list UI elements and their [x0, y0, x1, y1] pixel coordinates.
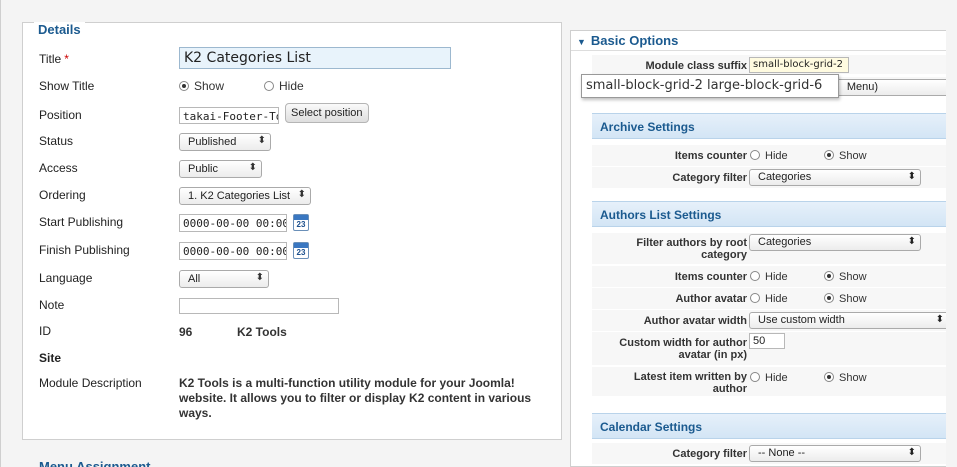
- select-position-button[interactable]: Select position: [285, 103, 369, 123]
- radio-selected-icon: [824, 372, 834, 382]
- radio-icon: [264, 81, 274, 91]
- author-avatar-show-option[interactable]: Show: [824, 293, 867, 305]
- filter-authors-select[interactable]: Categories: [749, 234, 921, 251]
- note-input[interactable]: [179, 298, 339, 314]
- status-label: Status: [39, 134, 74, 148]
- calendar-category-filter-label: Category filter: [672, 448, 747, 460]
- authors-items-counter-label: Items counter: [674, 271, 747, 283]
- radio-icon: [750, 150, 760, 160]
- items-counter-label: Items counter: [674, 150, 747, 162]
- latest-item-hide-option[interactable]: Hide: [750, 372, 788, 384]
- access-select[interactable]: Public: [179, 160, 262, 178]
- module-class-suffix-label: Module class suffix: [645, 60, 747, 72]
- show-title-hide-option[interactable]: Hide: [264, 79, 304, 93]
- module-description: K2 Tools is a multi-function utility mod…: [179, 376, 532, 420]
- author-avatar-row: Author avatar Hide Show: [592, 288, 946, 310]
- module-class-suffix-input[interactable]: small-block-grid-2: [749, 57, 849, 73]
- ordering-label: Ordering: [39, 188, 86, 202]
- radio-selected-icon: [824, 150, 834, 160]
- calendar-category-filter-row: Category filter -- None --: [592, 443, 946, 465]
- id-value: 96: [179, 325, 193, 339]
- show-title-show-option[interactable]: Show: [179, 79, 224, 93]
- author-avatar-width-select[interactable]: Use custom width: [749, 312, 946, 329]
- show-title-label: Show Title: [39, 79, 95, 93]
- module-description-label: Module Description: [39, 376, 142, 390]
- latest-item-show-option[interactable]: Show: [824, 372, 867, 384]
- calendar-icon[interactable]: 23: [293, 214, 309, 231]
- authors-items-counter-hide-option[interactable]: Hide: [750, 271, 788, 283]
- custom-width-input[interactable]: 50: [749, 333, 785, 349]
- class-suffix-tooltip: small-block-grid-2 large-block-grid-6: [581, 74, 839, 98]
- authors-items-counter-show-option[interactable]: Show: [824, 271, 867, 283]
- filter-authors-label: Filter authors by root category: [636, 237, 747, 261]
- archive-category-filter-row: Category filter Categories: [592, 167, 946, 189]
- details-legend: Details: [34, 22, 85, 37]
- basic-options-header[interactable]: ▼ Basic Options: [571, 31, 946, 51]
- note-label: Note: [39, 298, 65, 312]
- items-counter-show-option[interactable]: Show: [824, 150, 867, 162]
- position-label: Position: [39, 108, 82, 122]
- language-label: Language: [39, 271, 93, 285]
- menu-assignment-legend: Menu Assignment: [39, 459, 151, 467]
- status-select[interactable]: Published: [179, 133, 271, 151]
- radio-selected-icon: [179, 81, 189, 91]
- module-class-suffix-row: Module class suffix small-block-grid-2: [592, 55, 946, 75]
- title-input[interactable]: K2 Categories List: [179, 47, 451, 69]
- start-publishing-input[interactable]: 0000-00-00 00:00:0: [179, 214, 287, 232]
- calendar-settings-header[interactable]: Calendar Settings: [592, 413, 946, 439]
- radio-icon: [750, 293, 760, 303]
- latest-item-row: Latest item written by author Hide Show: [592, 367, 946, 397]
- radio-selected-icon: [824, 293, 834, 303]
- radio-icon: [750, 372, 760, 382]
- latest-item-label: Latest item written by author: [633, 371, 747, 395]
- archive-settings-header[interactable]: Archive Settings: [592, 113, 946, 139]
- category-filter-select[interactable]: Categories: [749, 169, 921, 186]
- custom-width-row: Custom width for author avatar (in px) 5…: [592, 332, 946, 366]
- required-mark: *: [64, 52, 69, 66]
- radio-icon: [750, 271, 760, 281]
- authors-list-settings-header[interactable]: Authors List Settings: [592, 201, 946, 227]
- finish-publishing-input[interactable]: 0000-00-00 00:00:0: [179, 242, 287, 260]
- title-label: Title *: [39, 52, 69, 66]
- site-label: Site: [39, 351, 62, 365]
- triangle-down-icon: ▼: [577, 37, 586, 47]
- calendar-category-filter-select[interactable]: -- None --: [749, 445, 921, 462]
- author-avatar-width-row: Author avatar width Use custom width: [592, 310, 946, 332]
- author-avatar-hide-option[interactable]: Hide: [750, 293, 788, 305]
- filter-authors-row: Filter authors by root category Categori…: [592, 233, 946, 265]
- module-type: K2 Tools: [237, 325, 287, 339]
- archive-items-counter-row: Items counter Hide Show: [592, 145, 946, 167]
- id-label: ID: [39, 324, 51, 338]
- author-avatar-width-label: Author avatar width: [643, 315, 747, 327]
- authors-items-counter-row: Items counter Hide Show: [592, 266, 946, 288]
- position-input[interactable]: takai-Footer-Top: [179, 107, 279, 124]
- ordering-select[interactable]: 1. K2 Categories List: [179, 187, 311, 205]
- radio-selected-icon: [824, 271, 834, 281]
- language-select[interactable]: All: [179, 270, 269, 288]
- custom-width-label: Custom width for author avatar (in px): [619, 337, 747, 361]
- calendar-icon[interactable]: 23: [293, 242, 309, 259]
- items-counter-hide-option[interactable]: Hide: [750, 150, 788, 162]
- finish-publishing-label: Finish Publishing: [39, 243, 130, 257]
- author-avatar-label: Author avatar: [675, 293, 747, 305]
- start-publishing-label: Start Publishing: [39, 215, 124, 229]
- access-label: Access: [39, 161, 78, 175]
- category-filter-label: Category filter: [672, 172, 747, 184]
